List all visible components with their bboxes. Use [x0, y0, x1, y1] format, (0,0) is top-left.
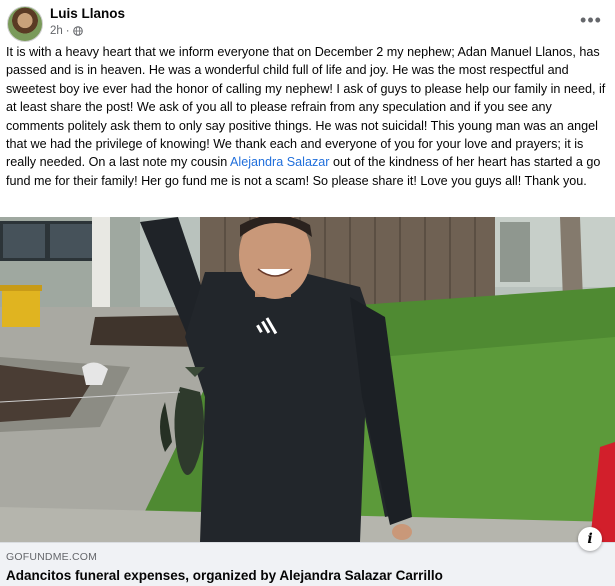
photo-scene	[0, 217, 615, 542]
link-title[interactable]: Adancitos funeral expenses, organized by…	[6, 568, 443, 583]
post-time[interactable]: 2h	[50, 25, 63, 37]
meta-separator: ·	[65, 25, 70, 37]
post-text-part1: It is with a heavy heart that we inform …	[6, 45, 606, 170]
post-meta: 2h ·	[50, 25, 83, 37]
more-options-button[interactable]: •••	[577, 8, 605, 32]
post-text: It is with a heavy heart that we inform …	[6, 43, 608, 190]
globe-icon	[72, 26, 83, 36]
avatar[interactable]	[7, 6, 43, 42]
author-name[interactable]: Luis Llanos	[50, 6, 125, 21]
info-icon[interactable]: i	[578, 527, 602, 551]
post-photo[interactable]	[0, 217, 615, 542]
post-header: Luis Llanos 2h · •••	[0, 0, 615, 44]
mention-link[interactable]: Alejandra Salazar	[230, 155, 329, 169]
link-preview[interactable]: GOFUNDME.COM Adancitos funeral expenses,…	[0, 542, 615, 586]
link-domain: GOFUNDME.COM	[6, 551, 98, 563]
